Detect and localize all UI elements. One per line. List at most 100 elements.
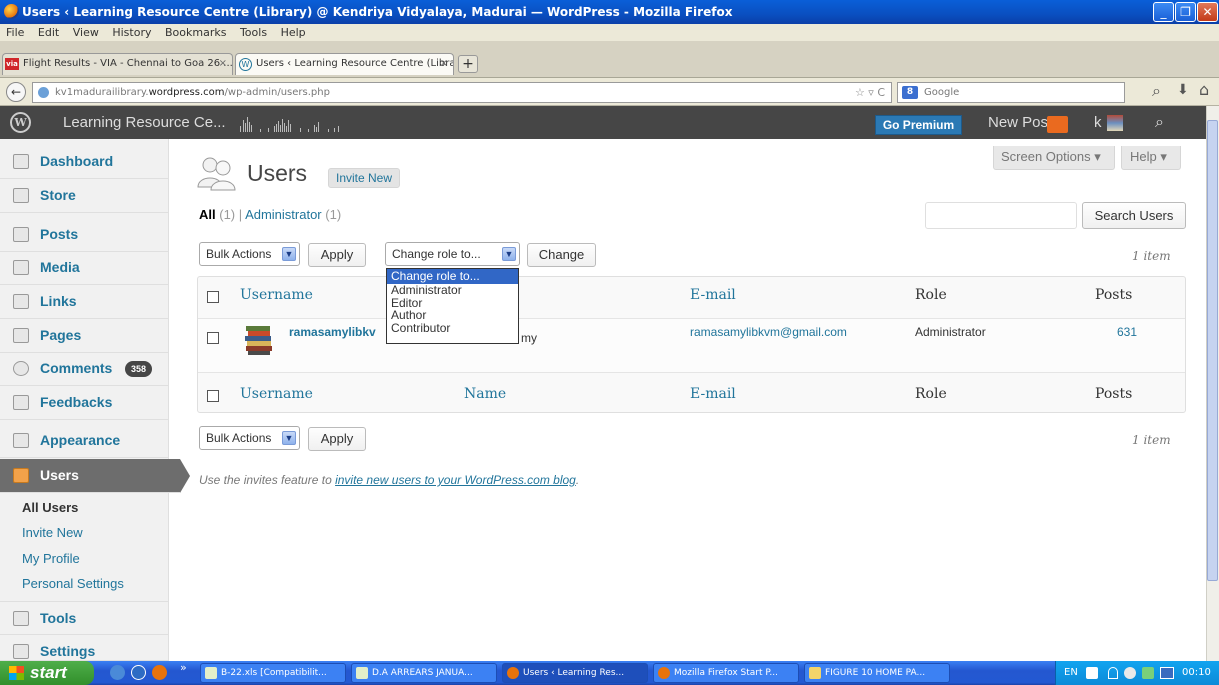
sidebar-item-links[interactable]: Links [0,285,169,319]
column-header-posts[interactable]: Posts [1095,287,1132,303]
search-users-input[interactable] [925,202,1077,229]
row-posts[interactable]: 631 [1117,325,1137,339]
select-all-checkbox[interactable] [207,291,219,303]
sidebar-item-tools[interactable]: Tools [0,601,169,635]
minimize-button[interactable]: _ [1153,2,1174,22]
menu-history[interactable]: History [112,26,151,39]
app-tray-icon[interactable] [1160,667,1174,679]
column-header-username[interactable]: Username [240,287,313,303]
wordpress-quicklaunch-icon[interactable] [131,665,146,680]
web-search-bar[interactable]: 8 Google [897,82,1125,103]
sidebar-item-comments[interactable]: Comments 358 [0,352,169,386]
column-footer-username[interactable]: Username [240,386,313,402]
stats-sparkline[interactable] [238,114,350,132]
site-name-link[interactable]: Learning Resource Ce... [63,106,226,139]
maximize-button[interactable]: ❐ [1175,2,1196,22]
security-tray-icon[interactable] [1142,667,1154,679]
search-icon[interactable]: ⌕ [1152,81,1161,101]
tab-close-icon[interactable]: × [219,54,227,74]
menu-tools[interactable]: Tools [240,26,267,39]
task-users-learning[interactable]: Users ‹ Learning Res... [502,663,648,683]
task-figure-10[interactable]: FIGURE 10 HOME PA... [804,663,950,683]
menu-edit[interactable]: Edit [38,26,59,39]
role-option[interactable]: Administrator [387,284,518,297]
role-option[interactable]: Contributor [387,321,518,335]
submenu-personal-settings[interactable]: Personal Settings [22,576,124,591]
bulk-actions-select-bottom[interactable]: Bulk Actions ▼ [199,426,300,450]
invite-new-button[interactable]: Invite New [328,168,401,188]
invite-new-users-link[interactable]: invite new users to your WordPress.com b… [335,473,576,487]
filter-all[interactable]: All [199,207,216,222]
submenu-invite-new[interactable]: Invite New [22,525,83,540]
scrollbar-thumb[interactable] [1207,120,1218,581]
filter-administrator[interactable]: Administrator [245,207,322,222]
home-icon[interactable]: ⌂ [1199,80,1209,99]
submenu-my-profile[interactable]: My Profile [22,551,80,566]
change-role-dropdown-list[interactable]: Change role to... Administrator Editor A… [386,268,519,344]
help-tray-icon[interactable] [1086,667,1098,679]
change-button[interactable]: Change [527,243,596,267]
wordpress-logo-icon[interactable]: W [10,112,31,133]
quicklaunch-more[interactable]: » [180,661,187,674]
task-b22-xls[interactable]: B-22.xls [Compatibilit... [200,663,346,683]
screen-options-tab[interactable]: Screen Options ▾ [993,146,1115,170]
volume-tray-icon[interactable] [1124,667,1136,679]
admin-search-icon[interactable]: ⌕ [1155,106,1164,139]
user-initial[interactable]: k [1094,106,1102,139]
sidebar-item-pages[interactable]: Pages [0,319,169,353]
url-bar[interactable]: kv1madurailibrary.wordpress.com/wp-admin… [32,82,892,103]
task-da-arrears[interactable]: D.A ARREARS JANUA... [351,663,497,683]
column-footer-name[interactable]: Name [464,386,506,402]
column-footer-posts[interactable]: Posts [1095,386,1132,402]
pages-icon [13,328,29,343]
sidebar-item-media[interactable]: Media [0,251,169,285]
sidebar-item-feedbacks[interactable]: Feedbacks [0,386,169,420]
sidebar-item-store[interactable]: Store [0,179,169,213]
language-indicator[interactable]: EN [1064,661,1078,685]
column-header-email[interactable]: E-mail [690,287,736,303]
tab-users[interactable]: W Users ‹ Learning Resource Centre (Libr… [235,53,454,75]
menu-bookmarks[interactable]: Bookmarks [165,26,226,39]
submenu-all-users[interactable]: All Users [22,500,78,515]
user-avatar [245,326,272,355]
row-email[interactable]: ramasamylibkvm@gmail.com [690,325,847,339]
help-tab[interactable]: Help ▾ [1121,146,1181,170]
apply-button-bottom[interactable]: Apply [308,427,366,451]
clock[interactable]: 00:10 [1182,661,1211,685]
column-footer-email[interactable]: E-mail [690,386,736,402]
bulk-actions-select[interactable]: Bulk Actions ▼ [199,242,300,266]
close-window-button[interactable]: ✕ [1197,2,1218,22]
task-firefox-start[interactable]: Mozilla Firefox Start P... [653,663,799,683]
sidebar-item-appearance[interactable]: Appearance [0,424,169,458]
menu-file[interactable]: File [6,26,24,39]
row-checkbox[interactable] [207,332,219,344]
row-username[interactable]: ramasamylibkv [289,325,376,339]
notifications-icon[interactable] [1047,116,1068,133]
ie-icon[interactable] [110,665,125,680]
tab-close-icon[interactable]: × [440,54,448,74]
tab-flight-results[interactable]: via Flight Results - VIA - Chennai to Go… [2,53,233,75]
menu-view[interactable]: View [73,26,99,39]
bookmark-star-icon[interactable]: ☆ ▿ C [855,83,885,102]
sidebar-item-users[interactable]: Users [0,459,190,493]
windows-flag-icon [9,666,24,680]
change-role-select[interactable]: Change role to... ▼ [385,242,520,266]
new-tab-button[interactable]: + [458,55,478,73]
firefox-icon [658,667,670,679]
sidebar-item-posts[interactable]: Posts [0,218,169,252]
download-icon[interactable]: ⬇ [1177,82,1189,98]
menu-help[interactable]: Help [281,26,306,39]
new-post-link[interactable]: New Post [988,106,1052,139]
apply-button[interactable]: Apply [308,243,366,267]
firefox-quicklaunch-icon[interactable] [152,665,167,680]
avatar[interactable] [1107,115,1123,131]
go-premium-button[interactable]: Go Premium [875,115,962,135]
network-tray-icon[interactable] [1108,667,1118,679]
role-option[interactable]: Author [387,309,518,322]
role-option[interactable]: Change role to... [387,269,518,284]
search-users-button[interactable]: Search Users [1082,202,1186,229]
sidebar-item-settings[interactable]: Settings [0,635,169,661]
select-all-checkbox-footer[interactable] [207,390,219,402]
sidebar-item-dashboard[interactable]: Dashboard [0,145,169,179]
back-button[interactable]: ← [6,82,26,102]
